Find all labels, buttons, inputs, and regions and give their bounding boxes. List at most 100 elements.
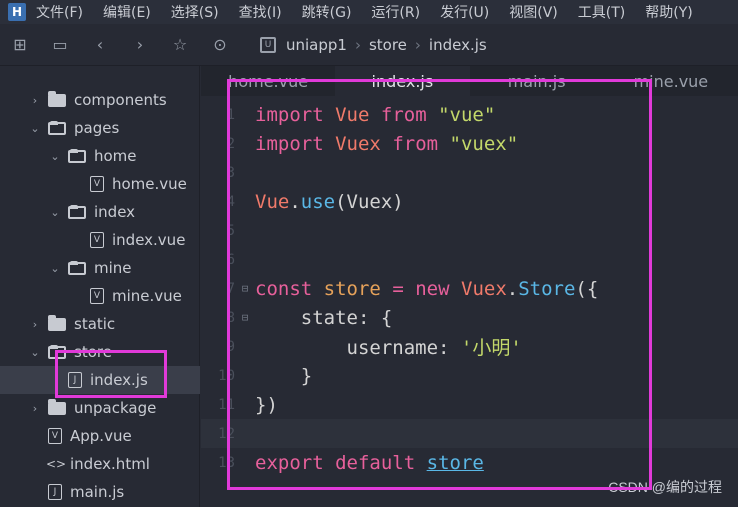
fold-toggle-icon[interactable]: ⊟: [235, 311, 255, 324]
folder-open-icon: [68, 204, 86, 219]
tab-home-vue[interactable]: home.vue: [201, 66, 335, 96]
star-icon[interactable]: ☆: [160, 35, 200, 54]
line-number: 12: [218, 425, 235, 442]
code-line: 9 username: '小明': [201, 332, 738, 361]
code-line: 10 }: [201, 361, 738, 390]
menu-tools[interactable]: 工具(T): [578, 2, 625, 22]
tree-item-home[interactable]: ⌄ home: [0, 142, 200, 170]
breadcrumb-file[interactable]: index.js: [429, 36, 487, 54]
menu-goto[interactable]: 跳转(G): [302, 2, 352, 22]
code-line: 8 ⊟ state: {: [201, 303, 738, 332]
back-icon[interactable]: ‹: [80, 35, 120, 54]
line-number: 9: [226, 338, 235, 355]
project-icon: U: [260, 36, 276, 53]
tree-item-mine-vue[interactable]: V mine.vue: [0, 282, 200, 310]
run-icon[interactable]: ⊙: [200, 35, 240, 54]
menu-find[interactable]: 查找(I): [239, 2, 282, 22]
code-editor[interactable]: 1 import Vue from "vue" 2 import Vuex fr…: [201, 96, 738, 507]
tab-main-js[interactable]: main.js: [470, 66, 604, 96]
chevron-right-icon[interactable]: ›: [28, 318, 42, 331]
menu-view[interactable]: 视图(V): [509, 2, 558, 22]
line-number: 4: [226, 193, 235, 210]
folder-icon: [48, 90, 66, 107]
line-number: 13: [218, 454, 235, 471]
code-line: 13 export default store: [201, 448, 738, 477]
menu-file[interactable]: 文件(F): [36, 2, 83, 22]
tree-item-label: main.js: [70, 483, 125, 501]
tree-item-index-vue[interactable]: V index.vue: [0, 226, 200, 254]
menu-edit[interactable]: 编辑(E): [103, 2, 151, 22]
tree-item-label: App.vue: [70, 427, 132, 445]
code-line-current: 12: [201, 419, 738, 448]
folder-icon: [48, 314, 66, 331]
menu-select[interactable]: 选择(S): [171, 2, 219, 22]
tree-item-mine[interactable]: ⌄ mine: [0, 254, 200, 282]
html-file-icon: <>: [46, 457, 67, 471]
chevron-right-icon[interactable]: ›: [28, 94, 42, 107]
line-number: 6: [226, 251, 235, 268]
tab-mine-vue[interactable]: mine.vue: [604, 66, 738, 96]
new-file-icon[interactable]: ⊞: [0, 35, 40, 54]
tree-item-pages[interactable]: ⌄ pages: [0, 114, 200, 142]
tree-item-label: home: [94, 147, 137, 165]
tree-item-store[interactable]: ⌄ store: [0, 338, 200, 366]
menu-bar: H 文件(F) 编辑(E) 选择(S) 查找(I) 跳转(G) 运行(R) 发行…: [0, 0, 738, 24]
tab-index-js[interactable]: index.js: [335, 66, 470, 96]
tree-item-label: index.html: [70, 455, 150, 473]
code-line: 11 }): [201, 390, 738, 419]
tree-item-index-js[interactable]: J index.js: [0, 366, 200, 394]
tree-item-home-vue[interactable]: V home.vue: [0, 170, 200, 198]
code-line: 2 import Vuex from "vuex": [201, 129, 738, 158]
tree-item-label: mine.vue: [112, 287, 182, 305]
tree-item-index[interactable]: ⌄ index: [0, 198, 200, 226]
line-number: 3: [226, 164, 235, 181]
editor-tabs: home.vue index.js main.js mine.vue: [201, 66, 738, 96]
chevron-down-icon[interactable]: ⌄: [28, 122, 42, 135]
tree-item-index-html[interactable]: <> index.html: [0, 450, 200, 478]
breadcrumb-folder[interactable]: store: [369, 36, 407, 54]
tree-item-app-vue[interactable]: V App.vue: [0, 422, 200, 450]
vue-file-icon: V: [90, 232, 104, 248]
fold-toggle-icon[interactable]: ⊟: [235, 282, 255, 295]
breadcrumb-separator: ›: [414, 35, 421, 54]
tree-item-static[interactable]: › static: [0, 310, 200, 338]
chevron-down-icon[interactable]: ⌄: [48, 150, 62, 163]
chevron-right-icon[interactable]: ›: [28, 402, 42, 415]
hbuilder-logo-icon: H: [8, 3, 26, 21]
code-line: 1 import Vue from "vue": [201, 100, 738, 129]
chevron-down-icon[interactable]: ⌄: [28, 346, 42, 359]
save-icon[interactable]: ▭: [40, 35, 80, 54]
folder-icon: [48, 398, 66, 415]
code-line: 3: [201, 158, 738, 187]
menu-run[interactable]: 运行(R): [371, 2, 420, 22]
tree-item-label: index.js: [90, 371, 148, 389]
folder-open-icon: [48, 120, 66, 135]
line-number: 8: [226, 309, 235, 326]
breadcrumb-project[interactable]: uniapp1: [286, 36, 347, 54]
tree-item-components[interactable]: › components: [0, 86, 200, 114]
chevron-down-icon[interactable]: ⌄: [48, 206, 62, 219]
folder-open-icon: [68, 260, 86, 275]
watermark: CSDN @编的过程: [608, 479, 722, 495]
tree-item-label: home.vue: [112, 175, 187, 193]
menu-publish[interactable]: 发行(U): [440, 2, 489, 22]
vue-file-icon: V: [90, 176, 104, 192]
tree-item-label: unpackage: [74, 399, 157, 417]
line-number: 7: [226, 280, 235, 297]
tree-item-unpackage[interactable]: › unpackage: [0, 394, 200, 422]
tree-item-label: store: [74, 343, 112, 361]
folder-open-icon: [48, 344, 66, 359]
vue-file-icon: V: [90, 288, 104, 304]
tree-item-main-js[interactable]: J main.js: [0, 478, 200, 506]
line-number: 10: [218, 367, 235, 384]
tree-item-label: index.vue: [112, 231, 186, 249]
chevron-down-icon[interactable]: ⌄: [48, 262, 62, 275]
tree-item-label: static: [74, 315, 116, 333]
forward-icon[interactable]: ›: [120, 35, 160, 54]
file-tree: › components ⌄ pages ⌄ home V home.vue ⌄…: [0, 66, 200, 507]
menu-help[interactable]: 帮助(Y): [645, 2, 692, 22]
vue-file-icon: V: [48, 428, 62, 444]
tree-item-label: mine: [94, 259, 132, 277]
line-number: 5: [226, 222, 235, 239]
code-line: 6: [201, 245, 738, 274]
